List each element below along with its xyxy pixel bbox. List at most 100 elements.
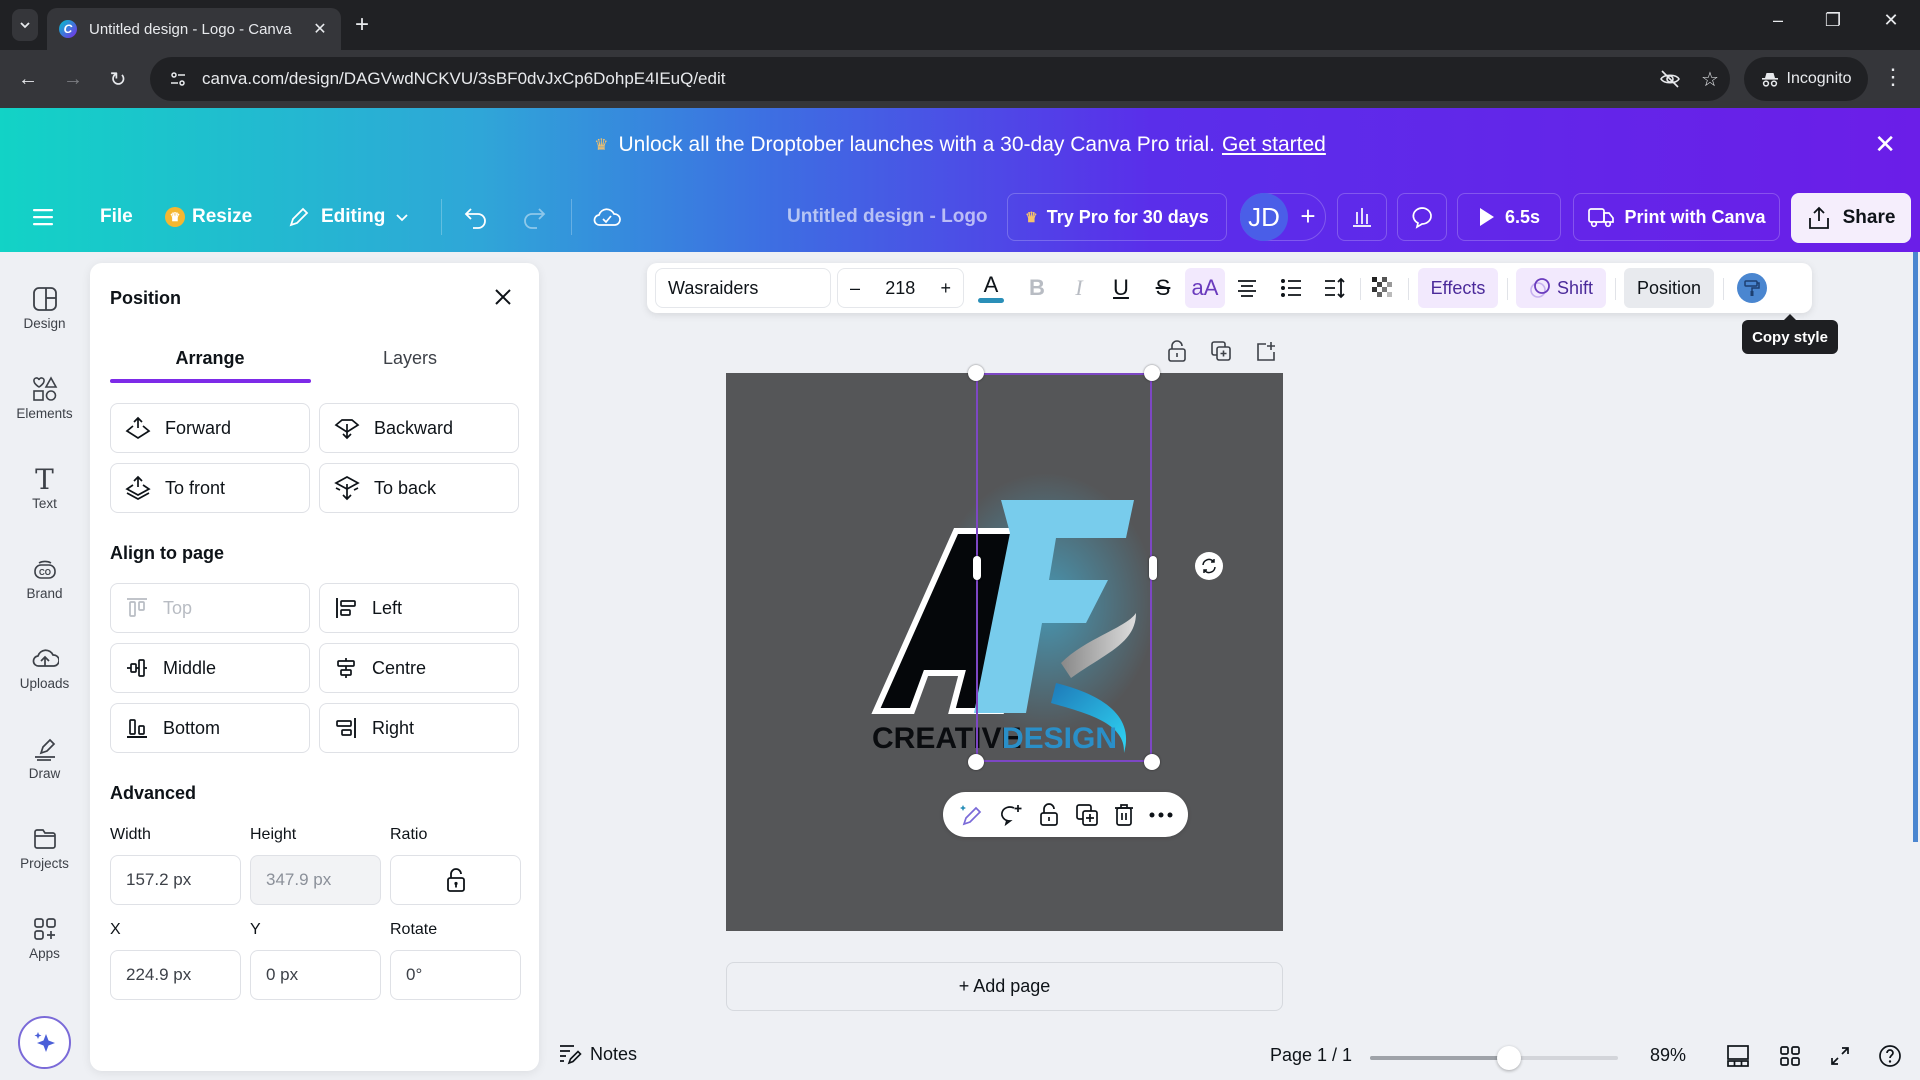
- x-input[interactable]: 224.9 px: [110, 950, 241, 1000]
- grid-view-button[interactable]: [1776, 1042, 1804, 1070]
- copy-style-button[interactable]: [1732, 268, 1772, 308]
- window-close-button[interactable]: ✕: [1876, 10, 1906, 31]
- add-page-button[interactable]: + Add page: [726, 962, 1283, 1011]
- font-family-select[interactable]: Wasraiders: [655, 268, 831, 308]
- zoom-slider-thumb[interactable]: [1496, 1046, 1521, 1070]
- rail-item-projects[interactable]: Projects: [0, 822, 89, 871]
- decrease-font-size-button[interactable]: –: [850, 278, 860, 299]
- text-color-button[interactable]: A: [973, 268, 1009, 308]
- notes-button[interactable]: Notes: [558, 1043, 637, 1065]
- align-bottom-button[interactable]: Bottom: [110, 703, 310, 753]
- new-tab-button[interactable]: +: [355, 12, 369, 38]
- shift-button[interactable]: Shift: [1516, 268, 1606, 308]
- rail-item-design[interactable]: Design: [0, 282, 89, 331]
- present-button[interactable]: 6.5s: [1457, 193, 1561, 241]
- lock-page-button[interactable]: [1163, 338, 1191, 364]
- rail-item-text[interactable]: T Text: [0, 462, 89, 512]
- list-button[interactable]: [1273, 268, 1309, 308]
- cloud-save-status[interactable]: [593, 181, 621, 252]
- y-input[interactable]: 0 px: [250, 950, 381, 1000]
- fullscreen-button[interactable]: [1826, 1042, 1854, 1070]
- font-size-input[interactable]: 218: [885, 278, 915, 299]
- print-with-canva-button[interactable]: Print with Canva: [1573, 193, 1780, 241]
- bookmark-star-icon[interactable]: ☆: [1690, 67, 1730, 92]
- magic-assistant-button[interactable]: [18, 1016, 71, 1069]
- panel-close-button[interactable]: [489, 283, 517, 311]
- duplicate-element-button[interactable]: [1075, 803, 1099, 827]
- help-button[interactable]: [1876, 1042, 1904, 1070]
- add-comment-button[interactable]: [998, 803, 1024, 827]
- editing-mode-button[interactable]: Editing: [287, 181, 409, 252]
- delete-element-button[interactable]: [1113, 803, 1135, 827]
- back-button[interactable]: ←: [13, 64, 43, 94]
- invite-button[interactable]: +: [1292, 181, 1324, 252]
- resize-handle-top-right[interactable]: [1144, 365, 1160, 381]
- underline-button[interactable]: U: [1103, 268, 1139, 308]
- align-middle-button[interactable]: Middle: [110, 643, 310, 693]
- insights-button[interactable]: [1337, 193, 1387, 241]
- letter-case-button[interactable]: aA: [1185, 268, 1225, 308]
- to-back-button[interactable]: To back: [319, 463, 519, 513]
- right-scrollbar[interactable]: [1913, 252, 1918, 842]
- minimize-button[interactable]: –: [1763, 10, 1793, 31]
- rail-item-brand[interactable]: CO Brand: [0, 552, 89, 601]
- more-options-button[interactable]: [1149, 812, 1173, 818]
- rail-item-apps[interactable]: Apps: [0, 912, 89, 961]
- comments-button[interactable]: [1397, 193, 1447, 241]
- resize-handle-right[interactable]: [1149, 556, 1157, 580]
- transparency-button[interactable]: [1365, 268, 1401, 308]
- banner-close-icon[interactable]: ✕: [1874, 130, 1896, 158]
- eye-off-icon[interactable]: [1650, 68, 1690, 90]
- rotate-input[interactable]: 0°: [390, 950, 521, 1000]
- forward-button[interactable]: →: [58, 64, 88, 94]
- reload-button[interactable]: ↻: [103, 64, 133, 94]
- browser-tab[interactable]: C Untitled design - Logo - Canva ✕: [47, 8, 341, 50]
- try-pro-button[interactable]: ♛ Try Pro for 30 days: [1007, 193, 1227, 241]
- tab-layers[interactable]: Layers: [310, 348, 510, 369]
- effects-button[interactable]: Effects: [1418, 268, 1498, 308]
- file-menu-button[interactable]: File: [100, 181, 133, 252]
- ratio-lock-button[interactable]: [390, 855, 521, 905]
- tab-close-icon[interactable]: ✕: [311, 19, 329, 39]
- incognito-indicator[interactable]: Incognito: [1744, 57, 1868, 101]
- italic-button[interactable]: I: [1061, 268, 1097, 308]
- text-align-button[interactable]: [1229, 268, 1265, 308]
- get-started-link[interactable]: Get started: [1222, 133, 1326, 157]
- duplicate-page-button[interactable]: [1207, 338, 1235, 364]
- tab-arrange[interactable]: Arrange: [110, 348, 310, 369]
- document-title[interactable]: Untitled design - Logo: [787, 181, 988, 252]
- to-front-button[interactable]: To front: [110, 463, 310, 513]
- resize-handle-bottom-left[interactable]: [968, 754, 984, 770]
- width-input[interactable]: 157.2 px: [110, 855, 241, 905]
- thumbnail-view-button[interactable]: [1724, 1042, 1752, 1070]
- page-indicator[interactable]: Page 1 / 1: [1270, 1045, 1352, 1066]
- undo-button[interactable]: [463, 181, 489, 252]
- tab-search-button[interactable]: [12, 9, 38, 41]
- strikethrough-button[interactable]: S: [1145, 268, 1181, 308]
- bold-button[interactable]: B: [1019, 268, 1055, 308]
- selection-box[interactable]: [976, 373, 1152, 762]
- add-page-button-top[interactable]: [1252, 338, 1280, 364]
- position-button[interactable]: Position: [1624, 268, 1714, 308]
- align-top-button[interactable]: Top: [110, 583, 310, 633]
- rail-item-uploads[interactable]: Uploads: [0, 642, 89, 691]
- zoom-slider[interactable]: [1370, 1046, 1618, 1070]
- rail-item-elements[interactable]: Elements: [0, 372, 89, 421]
- share-button[interactable]: Share: [1791, 193, 1911, 243]
- site-info-icon[interactable]: [160, 70, 196, 88]
- align-left-button[interactable]: Left: [319, 583, 519, 633]
- magic-edit-button[interactable]: [958, 803, 984, 827]
- redo-button[interactable]: [521, 181, 547, 252]
- rotate-handle[interactable]: [1195, 552, 1223, 580]
- restore-button[interactable]: ❐: [1818, 10, 1848, 31]
- url-bar[interactable]: canva.com/design/DAGVwdNCKVU/3sBF0dvJxCp…: [150, 57, 1730, 101]
- rail-item-draw[interactable]: Draw: [0, 732, 89, 781]
- lock-element-button[interactable]: [1038, 802, 1060, 827]
- browser-menu-icon[interactable]: ⋮: [1882, 64, 1904, 90]
- resize-button[interactable]: ♛ Resize: [165, 181, 252, 252]
- spacing-button[interactable]: [1317, 268, 1353, 308]
- resize-handle-top-left[interactable]: [968, 365, 984, 381]
- increase-font-size-button[interactable]: +: [940, 278, 951, 299]
- height-input[interactable]: 347.9 px: [250, 855, 381, 905]
- avatar[interactable]: JD: [1240, 193, 1288, 241]
